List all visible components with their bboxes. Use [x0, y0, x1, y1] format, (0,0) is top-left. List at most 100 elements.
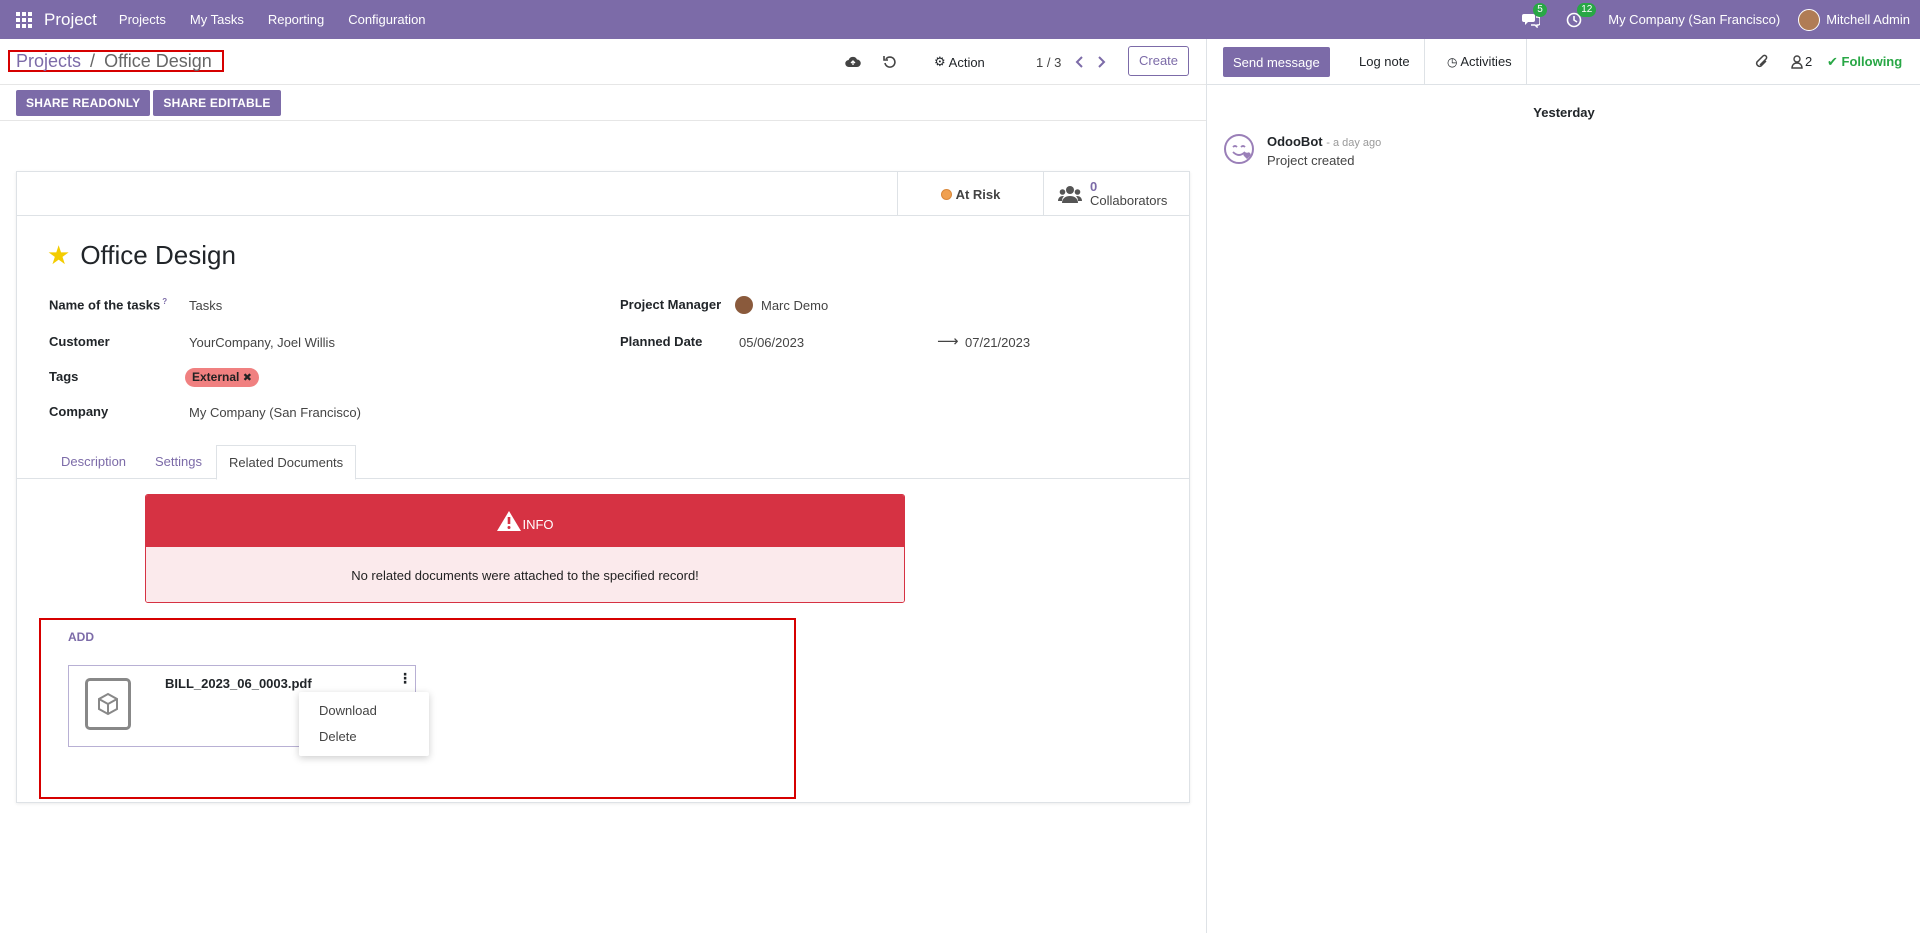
check-icon: ✔	[1827, 54, 1838, 69]
chevron-left-icon	[1075, 56, 1083, 68]
notebook-tabs: Description Settings Related Documents	[17, 445, 1189, 480]
activities-button[interactable]: ◷ Activities	[1433, 39, 1527, 85]
favorite-star-icon[interactable]: ★	[47, 240, 70, 271]
document-name[interactable]: BILL_2023_06_0003.pdf	[165, 676, 312, 691]
tab-description[interactable]: Description	[49, 445, 138, 479]
status-dot-icon	[940, 188, 952, 200]
tab-settings[interactable]: Settings	[143, 445, 214, 479]
chatter: Send message Log note ◷ Activities 2 ✔ F…	[1206, 39, 1920, 933]
message-header: OdooBot - a day ago	[1267, 134, 1381, 149]
share-editable-button[interactable]: SHARE EDITABLE	[153, 89, 281, 116]
top-navbar: Project Projects My Tasks Reporting Configu…	[0, 0, 1920, 39]
form-sheet: At Risk 0 Collaborators ★ Office Design …	[16, 171, 1190, 803]
planned-end-field[interactable]: 07/21/2023	[965, 335, 1030, 350]
chevron-right-icon	[1098, 56, 1106, 68]
message-time: - a day ago	[1326, 137, 1382, 149]
file-icon	[85, 678, 131, 730]
customer-field[interactable]: YourCompany, Joel Willis	[189, 335, 335, 350]
company-field[interactable]: My Company (San Francisco)	[189, 405, 361, 420]
planned-start-field[interactable]: 05/06/2023	[739, 335, 804, 350]
collaborators-count: 0	[1090, 179, 1098, 194]
send-message-button[interactable]: Send message	[1223, 47, 1330, 77]
breadcrumb-current: Office Design	[104, 51, 212, 71]
warning-icon	[497, 511, 522, 531]
create-button[interactable]: Create	[1128, 46, 1190, 76]
pager-previous-button[interactable]	[1075, 39, 1085, 85]
task-name-field[interactable]: Tasks	[189, 298, 222, 313]
following-button[interactable]: ✔ Following	[1827, 54, 1902, 70]
messages-badge: 5	[1533, 2, 1547, 17]
followers-count: 2	[1805, 54, 1813, 69]
user-menu[interactable]: Mitchell Admin	[1826, 12, 1910, 27]
messaging-menu[interactable]: 5	[1522, 2, 1547, 28]
systray: 5 12 My Company (San Francisco) Mitchell…	[1522, 0, 1920, 39]
action-menu-label: Action	[948, 54, 985, 70]
tag-external[interactable]: External ✖	[185, 368, 259, 387]
company-switcher[interactable]: My Company (San Francisco)	[1608, 12, 1780, 27]
tags-label: Tags	[49, 369, 79, 384]
button-box: At Risk 0 Collaborators	[17, 172, 1189, 216]
manager-avatar	[735, 296, 753, 314]
breadcrumb-parent[interactable]: Projects	[16, 51, 81, 71]
customer-label: Customer	[49, 334, 110, 349]
task-name-label: Name of the tasks?	[49, 297, 168, 313]
followers-button[interactable]: 2	[1791, 54, 1812, 69]
date-separator: Yesterday	[1533, 105, 1595, 120]
message-body: Project created	[1267, 153, 1355, 168]
activities-badge: 12	[1577, 2, 1597, 17]
documents-section: ADD BILL_2023_06_0003.pdf ⋮ Download Del…	[39, 618, 796, 799]
message-avatar	[1223, 133, 1255, 165]
alert-message: No related documents were attached to th…	[146, 547, 904, 602]
alert-title: INFO	[522, 516, 554, 532]
manager-field[interactable]: Marc Demo	[735, 296, 828, 314]
gear-icon: ⚙	[934, 54, 946, 69]
menu-projects[interactable]: Projects	[119, 12, 166, 27]
collaborators-button[interactable]: 0 Collaborators	[1043, 172, 1189, 216]
pager-next-button[interactable]	[1096, 39, 1106, 85]
planned-date-label: Planned Date	[620, 334, 703, 349]
manager-label: Project Manager	[620, 297, 722, 312]
remove-tag-icon[interactable]: ✖	[243, 372, 252, 384]
share-toolbar: SHARE READONLY SHARE EDITABLE	[0, 85, 1206, 121]
breadcrumb: Projects / Office Design	[8, 50, 224, 72]
form-view: Projects / Office Design ⚙ Action 1 / 3 …	[0, 39, 1206, 933]
main-menu: Projects My Tasks Reporting Configuration	[107, 12, 438, 27]
menu-reporting[interactable]: Reporting	[268, 12, 324, 27]
collaborators-label: Collaborators	[1090, 193, 1168, 208]
record-title: ★ Office Design	[47, 240, 236, 271]
kebab-menu-icon[interactable]: ⋮	[395, 666, 415, 690]
discard-icon[interactable]	[883, 39, 897, 85]
users-icon	[1058, 186, 1082, 203]
status-button[interactable]: At Risk	[897, 172, 1043, 216]
user-icon	[1791, 54, 1803, 69]
save-cloud-icon[interactable]	[845, 39, 861, 85]
share-readonly-button[interactable]: SHARE READONLY	[16, 89, 151, 116]
document-dropdown: Download Delete	[299, 692, 429, 756]
menu-configuration[interactable]: Configuration	[348, 12, 425, 27]
message-author[interactable]: OdooBot	[1267, 134, 1323, 149]
action-menu[interactable]: ⚙ Action	[934, 39, 985, 85]
delete-menu-item[interactable]: Delete	[319, 729, 357, 744]
company-label: Company	[49, 404, 109, 419]
info-alert: INFO No related documents were attached …	[145, 494, 905, 603]
app-name[interactable]: Project	[44, 10, 97, 30]
activity-menu[interactable]: 12	[1566, 2, 1597, 28]
paperclip-icon[interactable]	[1755, 54, 1769, 73]
menu-my-tasks[interactable]: My Tasks	[190, 12, 244, 27]
tab-related-documents[interactable]: Related Documents	[216, 445, 357, 480]
project-name[interactable]: Office Design	[80, 240, 236, 271]
chatter-topbar: Send message Log note ◷ Activities 2 ✔ F…	[1207, 39, 1920, 85]
breadcrumb-separator: /	[90, 51, 96, 71]
log-note-button[interactable]: Log note	[1345, 39, 1425, 85]
user-avatar[interactable]	[1798, 8, 1821, 31]
app-menu-icon[interactable]	[16, 11, 32, 28]
control-panel: Projects / Office Design ⚙ Action 1 / 3 …	[0, 39, 1206, 85]
alert-header: INFO	[146, 495, 904, 547]
clock-icon: ◷	[1447, 55, 1458, 69]
download-menu-item[interactable]: Download	[319, 703, 377, 718]
arrow-right-icon: ⟶	[937, 333, 959, 350]
help-tooltip-icon[interactable]: ?	[162, 297, 167, 306]
pager-value[interactable]: 1 / 3	[1036, 39, 1061, 85]
status-label: At Risk	[955, 186, 1001, 202]
add-document-button[interactable]: ADD	[68, 630, 94, 644]
